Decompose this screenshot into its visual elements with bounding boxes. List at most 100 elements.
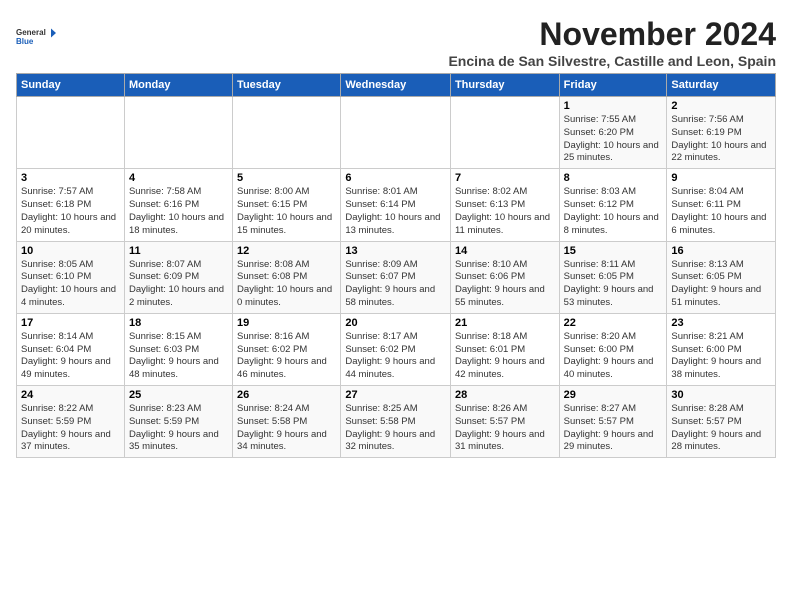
day-number: 30 [671, 389, 771, 401]
day-number: 29 [564, 389, 663, 401]
day-number: 2 [671, 100, 771, 112]
day-info: Sunrise: 7:57 AMSunset: 6:18 PMDaylight:… [21, 186, 120, 237]
calendar-week-row: 17Sunrise: 8:14 AMSunset: 6:04 PMDayligh… [17, 313, 776, 385]
day-number: 11 [129, 245, 228, 257]
day-info: Sunrise: 8:21 AMSunset: 6:00 PMDaylight:… [671, 331, 771, 382]
day-number: 20 [345, 317, 446, 329]
day-number: 13 [345, 245, 446, 257]
calendar-cell [124, 97, 232, 169]
day-number: 10 [21, 245, 120, 257]
calendar-cell: 4 Sunrise: 7:58 AMSunset: 6:16 PMDaylight… [124, 169, 232, 241]
day-number: 16 [671, 245, 771, 257]
calendar-cell: 29Sunrise: 8:27 AMSunset: 5:57 PMDayligh… [559, 386, 667, 458]
day-info: Sunrise: 8:04 AMSunset: 6:11 PMDaylight:… [671, 186, 771, 237]
calendar-day-header: Saturday [667, 74, 776, 97]
calendar-cell: 19Sunrise: 8:16 AMSunset: 6:02 PMDayligh… [233, 313, 341, 385]
day-number: 19 [237, 317, 336, 329]
day-info: Sunrise: 8:11 AMSunset: 6:05 PMDaylight:… [564, 259, 663, 310]
calendar-cell: 11Sunrise: 8:07 AMSunset: 6:09 PMDayligh… [124, 241, 232, 313]
day-info: Sunrise: 7:56 AMSunset: 6:19 PMDaylight:… [671, 114, 771, 165]
day-info: Sunrise: 7:58 AMSunset: 6:16 PMDaylight:… [129, 186, 228, 237]
calendar-cell [341, 97, 451, 169]
day-number: 24 [21, 389, 120, 401]
calendar-header-row: SundayMondayTuesdayWednesdayThursdayFrid… [17, 74, 776, 97]
day-number: 9 [671, 172, 771, 184]
day-number: 4 [129, 172, 228, 184]
day-info: Sunrise: 8:05 AMSunset: 6:10 PMDaylight:… [21, 259, 120, 310]
calendar-cell: 1 Sunrise: 7:55 AMSunset: 6:20 PMDaylight… [559, 97, 667, 169]
title-block: November 2024 Encina de San Silvestre, C… [448, 16, 776, 69]
day-number: 8 [564, 172, 663, 184]
location-subtitle: Encina de San Silvestre, Castille and Le… [448, 53, 776, 69]
day-info: Sunrise: 8:15 AMSunset: 6:03 PMDaylight:… [129, 331, 228, 382]
day-info: Sunrise: 8:26 AMSunset: 5:57 PMDaylight:… [455, 403, 555, 454]
day-number: 23 [671, 317, 771, 329]
calendar-cell: 7 Sunrise: 8:02 AMSunset: 6:13 PMDaylight… [450, 169, 559, 241]
day-info: Sunrise: 8:10 AMSunset: 6:06 PMDaylight:… [455, 259, 555, 310]
day-number: 26 [237, 389, 336, 401]
calendar-day-header: Thursday [450, 74, 559, 97]
day-info: Sunrise: 7:55 AMSunset: 6:20 PMDaylight:… [564, 114, 663, 165]
day-number: 18 [129, 317, 228, 329]
day-number: 27 [345, 389, 446, 401]
calendar-cell: 3 Sunrise: 7:57 AMSunset: 6:18 PMDaylight… [17, 169, 125, 241]
day-number: 14 [455, 245, 555, 257]
calendar-week-row: 3 Sunrise: 7:57 AMSunset: 6:18 PMDaylight… [17, 169, 776, 241]
calendar-cell: 25Sunrise: 8:23 AMSunset: 5:59 PMDayligh… [124, 386, 232, 458]
calendar-cell: 14 Sunrise: 8:10 AMSunset: 6:06 PMDayligh… [450, 241, 559, 313]
calendar-week-row: 24 Sunrise: 8:22 AMSunset: 5:59 PMDayligh… [17, 386, 776, 458]
day-info: Sunrise: 8:03 AMSunset: 6:12 PMDaylight:… [564, 186, 663, 237]
day-info: Sunrise: 8:20 AMSunset: 6:00 PMDaylight:… [564, 331, 663, 382]
day-info: Sunrise: 8:28 AMSunset: 5:57 PMDaylight:… [671, 403, 771, 454]
calendar-cell: 17Sunrise: 8:14 AMSunset: 6:04 PMDayligh… [17, 313, 125, 385]
calendar-cell: 21 Sunrise: 8:18 AMSunset: 6:01 PMDayligh… [450, 313, 559, 385]
calendar-cell: 23 Sunrise: 8:21 AMSunset: 6:00 PMDayligh… [667, 313, 776, 385]
day-number: 6 [345, 172, 446, 184]
day-info: Sunrise: 8:24 AMSunset: 5:58 PMDaylight:… [237, 403, 336, 454]
day-number: 22 [564, 317, 663, 329]
calendar-day-header: Friday [559, 74, 667, 97]
calendar-cell: 22 Sunrise: 8:20 AMSunset: 6:00 PMDayligh… [559, 313, 667, 385]
day-number: 5 [237, 172, 336, 184]
calendar-cell: 6 Sunrise: 8:01 AMSunset: 6:14 PMDaylight… [341, 169, 451, 241]
day-number: 17 [21, 317, 120, 329]
day-info: Sunrise: 8:13 AMSunset: 6:05 PMDaylight:… [671, 259, 771, 310]
day-number: 21 [455, 317, 555, 329]
calendar-day-header: Sunday [17, 74, 125, 97]
day-number: 3 [21, 172, 120, 184]
day-info: Sunrise: 8:18 AMSunset: 6:01 PMDaylight:… [455, 331, 555, 382]
calendar-cell: 2 Sunrise: 7:56 AMSunset: 6:19 PMDaylight… [667, 97, 776, 169]
calendar-cell: 28Sunrise: 8:26 AMSunset: 5:57 PMDayligh… [450, 386, 559, 458]
calendar-cell: 16 Sunrise: 8:13 AMSunset: 6:05 PMDayligh… [667, 241, 776, 313]
calendar-cell: 30 Sunrise: 8:28 AMSunset: 5:57 PMDayligh… [667, 386, 776, 458]
calendar-cell [450, 97, 559, 169]
calendar-week-row: 1 Sunrise: 7:55 AMSunset: 6:20 PMDaylight… [17, 97, 776, 169]
day-number: 1 [564, 100, 663, 112]
day-number: 12 [237, 245, 336, 257]
calendar-cell: 20 Sunrise: 8:17 AMSunset: 6:02 PMDayligh… [341, 313, 451, 385]
day-info: Sunrise: 8:08 AMSunset: 6:08 PMDaylight:… [237, 259, 336, 310]
day-info: Sunrise: 8:22 AMSunset: 5:59 PMDaylight:… [21, 403, 120, 454]
calendar-cell: 9 Sunrise: 8:04 AMSunset: 6:11 PMDaylight… [667, 169, 776, 241]
calendar-cell [233, 97, 341, 169]
calendar-cell: 27 Sunrise: 8:25 AMSunset: 5:58 PMDayligh… [341, 386, 451, 458]
calendar-day-header: Wednesday [341, 74, 451, 97]
day-number: 15 [564, 245, 663, 257]
calendar-cell: 13 Sunrise: 8:09 AMSunset: 6:07 PMDayligh… [341, 241, 451, 313]
svg-text:Blue: Blue [16, 37, 34, 46]
calendar-cell: 26 Sunrise: 8:24 AMSunset: 5:58 PMDayligh… [233, 386, 341, 458]
day-info: Sunrise: 8:23 AMSunset: 5:59 PMDaylight:… [129, 403, 228, 454]
month-title: November 2024 [448, 16, 776, 53]
calendar-cell: 5Sunrise: 8:00 AMSunset: 6:15 PMDaylight… [233, 169, 341, 241]
calendar-table: SundayMondayTuesdayWednesdayThursdayFrid… [16, 73, 776, 458]
calendar-cell [17, 97, 125, 169]
calendar-week-row: 10 Sunrise: 8:05 AMSunset: 6:10 PMDayligh… [17, 241, 776, 313]
calendar-day-header: Tuesday [233, 74, 341, 97]
day-number: 7 [455, 172, 555, 184]
day-info: Sunrise: 8:01 AMSunset: 6:14 PMDaylight:… [345, 186, 446, 237]
calendar-cell: 18 Sunrise: 8:15 AMSunset: 6:03 PMDayligh… [124, 313, 232, 385]
day-info: Sunrise: 8:02 AMSunset: 6:13 PMDaylight:… [455, 186, 555, 237]
day-info: Sunrise: 8:25 AMSunset: 5:58 PMDaylight:… [345, 403, 446, 454]
day-info: Sunrise: 8:17 AMSunset: 6:02 PMDaylight:… [345, 331, 446, 382]
day-info: Sunrise: 8:09 AMSunset: 6:07 PMDaylight:… [345, 259, 446, 310]
